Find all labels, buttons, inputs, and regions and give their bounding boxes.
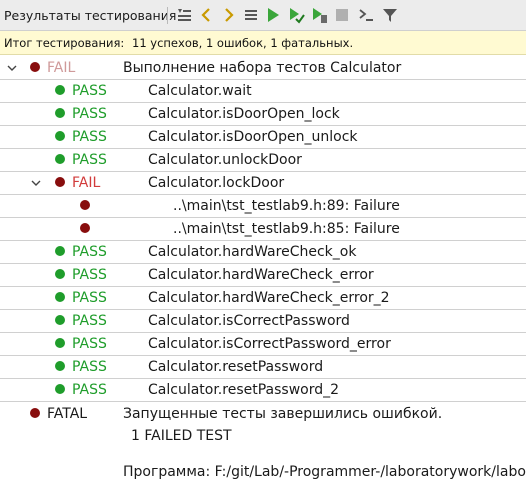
failure-detail-row[interactable]: ..\main\tst_testlab9.h:89: Failure xyxy=(0,195,526,218)
status-label: PASS xyxy=(72,129,107,145)
pass-bullet-icon xyxy=(55,154,65,164)
fatal-row[interactable]: FATAL Запущенные тесты завершились ошибк… xyxy=(0,403,526,487)
run-file-icon[interactable] xyxy=(310,6,328,24)
status-label: FATAL xyxy=(47,406,88,422)
test-row[interactable]: PASS Calculator.isCorrectPassword xyxy=(0,310,526,333)
fail-bullet-icon xyxy=(30,62,40,72)
test-row[interactable]: PASS Calculator.resetPassword_2 xyxy=(0,379,526,402)
test-row[interactable]: PASS Calculator.resetPassword xyxy=(0,356,526,379)
pass-bullet-icon xyxy=(55,315,65,325)
prev-arrow-icon[interactable] xyxy=(198,6,216,24)
status-label: FAIL xyxy=(72,175,101,191)
fail-bullet-icon xyxy=(80,200,90,210)
test-description: Calculator.resetPassword xyxy=(148,359,324,375)
pass-bullet-icon xyxy=(55,108,65,118)
test-description: Calculator.resetPassword_2 xyxy=(148,382,340,398)
test-description: Calculator.hardWareCheck_error xyxy=(148,267,374,283)
list-icon[interactable] xyxy=(242,6,260,24)
test-description: Calculator.lockDoor xyxy=(148,175,285,191)
test-description: Calculator.unlockDoor xyxy=(148,152,302,168)
fail-bullet-icon xyxy=(55,177,65,187)
test-description: Calculator.isCorrectPassword_error xyxy=(148,336,391,352)
pass-bullet-icon xyxy=(55,131,65,141)
stop-icon[interactable] xyxy=(333,6,351,24)
test-description: Calculator.hardWareCheck_ok xyxy=(148,244,357,260)
status-label: PASS xyxy=(72,290,107,306)
failure-location: ..\main\tst_testlab9.h:85: Failure xyxy=(173,221,400,237)
pass-bullet-icon xyxy=(55,292,65,302)
fail-bullet-icon xyxy=(80,223,90,233)
pass-bullet-icon xyxy=(55,384,65,394)
test-row[interactable]: PASS Calculator.hardWareCheck_error_2 xyxy=(0,287,526,310)
pass-bullet-icon xyxy=(55,338,65,348)
status-label: PASS xyxy=(72,267,107,283)
status-label: PASS xyxy=(72,359,107,375)
chevron-down-icon[interactable] xyxy=(6,62,18,74)
test-row[interactable]: PASS Calculator.hardWareCheck_error xyxy=(0,264,526,287)
run-all-icon[interactable] xyxy=(264,6,282,24)
test-row[interactable]: PASS Calculator.isDoorOpen_unlock xyxy=(0,126,526,149)
test-row[interactable]: PASS Calculator.wait xyxy=(0,80,526,103)
pass-bullet-icon xyxy=(55,269,65,279)
pass-bullet-icon xyxy=(55,246,65,256)
status-label: PASS xyxy=(72,244,107,260)
fatal-bullet-icon xyxy=(30,408,40,418)
test-row[interactable]: FAIL Calculator.lockDoor xyxy=(0,172,526,195)
pass-bullet-icon xyxy=(55,361,65,371)
test-description: Calculator.isCorrectPassword xyxy=(148,313,350,329)
test-row[interactable]: PASS Calculator.isCorrectPassword_error xyxy=(0,333,526,356)
failure-detail-row[interactable]: ..\main\tst_testlab9.h:85: Failure xyxy=(0,218,526,241)
test-summary-bar: Итог тестирования: 11 успехов, 1 ошибок,… xyxy=(0,31,526,55)
status-label: PASS xyxy=(72,336,107,352)
test-description: Calculator.wait xyxy=(148,83,252,99)
test-description: Calculator.isDoorOpen_unlock xyxy=(148,129,358,145)
failure-location: ..\main\tst_testlab9.h:89: Failure xyxy=(173,198,400,214)
status-label: PASS xyxy=(72,382,107,398)
chevron-down-icon[interactable] xyxy=(30,177,42,189)
output-icon[interactable] xyxy=(357,6,375,24)
test-row[interactable]: PASS Calculator.hardWareCheck_ok xyxy=(0,241,526,264)
run-selected-icon[interactable] xyxy=(287,6,305,24)
status-label: PASS xyxy=(72,106,107,122)
filter-sort-icon[interactable] xyxy=(175,6,193,24)
test-row[interactable]: PASS Calculator.unlockDoor xyxy=(0,149,526,172)
panel-title: Результаты тестирования xyxy=(4,8,177,23)
test-description: Calculator.hardWareCheck_error_2 xyxy=(148,290,390,306)
test-description: Calculator.isDoorOpen_lock xyxy=(148,106,340,122)
summary-label: Итог тестирования: xyxy=(4,36,125,50)
fatal-message: Запущенные тесты завершились ошибкой. xyxy=(123,406,443,422)
status-label: PASS xyxy=(72,152,107,168)
status-label: PASS xyxy=(72,83,107,99)
status-label: FAIL xyxy=(47,60,76,76)
fatal-program-path: Программа: F:/git/Lab/-Programmer-/labor… xyxy=(123,464,526,480)
toolbar-separator xyxy=(167,7,168,24)
status-label: PASS xyxy=(72,313,107,329)
test-row[interactable]: PASS Calculator.isDoorOpen_lock xyxy=(0,103,526,126)
results-toolbar: Результаты тестирования xyxy=(0,0,526,31)
fatal-failed-count: 1 FAILED TEST xyxy=(131,428,232,444)
pass-bullet-icon xyxy=(55,85,65,95)
test-suite-row[interactable]: FAIL Выполнение набора тестов Calculator xyxy=(0,57,526,80)
test-description: Выполнение набора тестов Calculator xyxy=(123,60,402,76)
filter-icon[interactable] xyxy=(381,6,399,24)
summary-text: 11 успехов, 1 ошибок, 1 фатальных. xyxy=(132,36,354,50)
next-arrow-icon[interactable] xyxy=(220,6,238,24)
